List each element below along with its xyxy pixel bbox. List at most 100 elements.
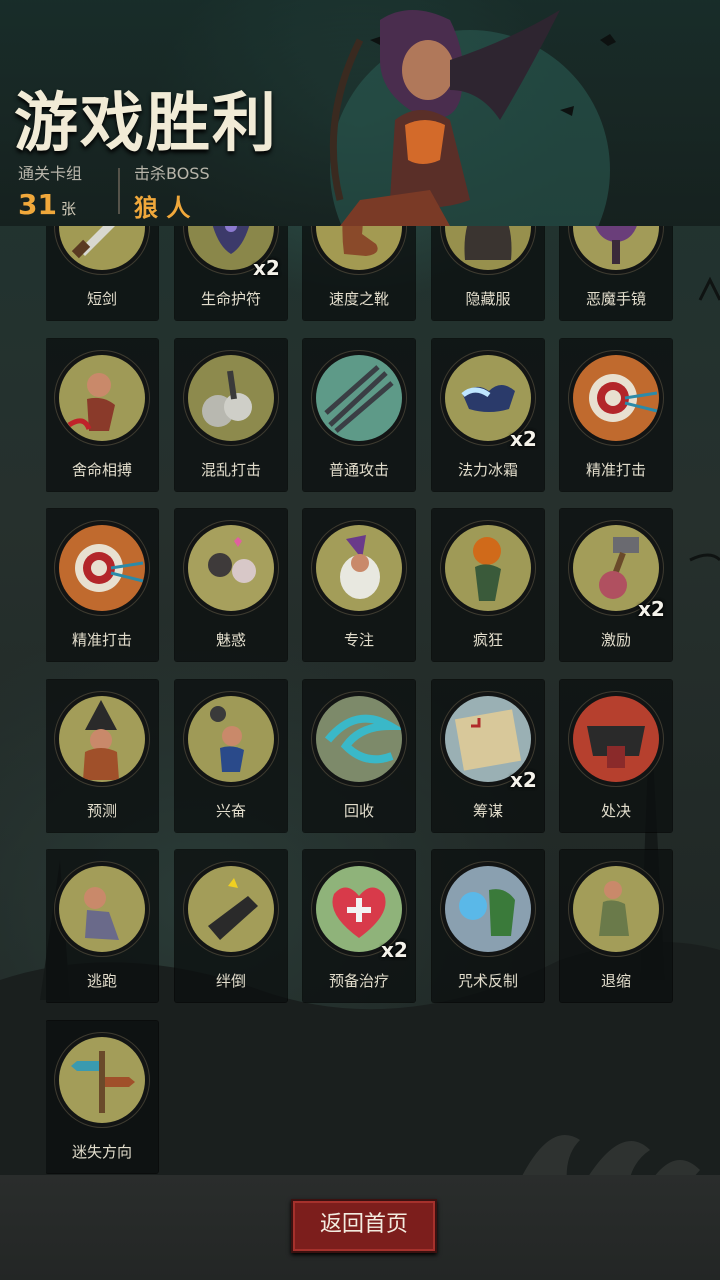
deck-card[interactable]: 专注 — [303, 509, 415, 661]
deck-card[interactable]: 法力冰霜 x2 — [432, 339, 544, 491]
deck-card[interactable]: 魅惑 — [175, 509, 287, 661]
deck-card[interactable]: 回收 — [303, 680, 415, 832]
card-name: 精准打击 — [71, 631, 132, 649]
card-name: 法力冰霜 — [457, 461, 518, 479]
sword-icon — [59, 226, 145, 270]
deck-card[interactable]: 处决 — [560, 680, 672, 832]
deck-unit: 张 — [60, 200, 76, 218]
signpost-icon — [59, 1037, 145, 1123]
card-frame — [55, 862, 149, 956]
card-name: 预测 — [86, 802, 117, 820]
card-name: 绊倒 — [215, 972, 246, 990]
deck-card[interactable]: 绊倒 — [175, 850, 287, 1002]
execute-icon — [573, 696, 659, 782]
card-name: 预备治疗 — [328, 972, 389, 990]
hero-illustration — [300, 0, 720, 310]
target-icon — [573, 355, 659, 441]
boss-stat: 击杀BOSS 狼 人 — [134, 160, 210, 223]
mirror-icon — [573, 226, 659, 270]
card-count: x2 — [381, 938, 408, 962]
card-frame — [55, 226, 149, 274]
deck-card[interactable]: 激励 x2 — [560, 509, 672, 661]
deck-card[interactable]: 精准打击 — [46, 509, 158, 661]
deck-card[interactable]: 疯狂 — [432, 509, 544, 661]
card-name: 迷失方向 — [71, 1143, 132, 1161]
run-icon — [59, 866, 145, 952]
card-count: x2 — [510, 768, 537, 792]
smoke-icon — [188, 355, 274, 441]
victory-header: 游戏胜利 通关卡组 31 张 击杀BOSS 狼 人 — [0, 0, 720, 310]
card-frame — [441, 226, 535, 274]
card-name: 兴奋 — [215, 802, 246, 820]
charm-icon — [188, 525, 274, 611]
card-count: x2 — [253, 256, 280, 280]
card-name: 普通攻击 — [328, 461, 389, 479]
card-frame — [55, 692, 149, 786]
stat-divider — [118, 168, 120, 214]
card-name: 疯狂 — [472, 631, 503, 649]
card-frame — [569, 862, 663, 956]
deck-card[interactable]: 舍命相搏 — [46, 339, 158, 491]
deck-card[interactable]: 筹谋 x2 — [432, 680, 544, 832]
card-frame — [312, 351, 406, 445]
card-frame — [184, 351, 278, 445]
card-frame — [441, 862, 535, 956]
deck-card[interactable]: 预备治疗 x2 — [303, 850, 415, 1002]
card-name: 恶魔手镜 — [585, 290, 646, 308]
card-frame — [441, 521, 535, 615]
cloak-icon — [445, 226, 531, 270]
fighter-icon — [59, 355, 145, 441]
card-name: 咒术反制 — [457, 972, 518, 990]
deck-card[interactable]: 隐藏服 — [432, 226, 544, 320]
card-name: 专注 — [343, 631, 374, 649]
deck-card[interactable]: 速度之靴 — [303, 226, 415, 320]
deck-card[interactable]: 短剑 — [46, 226, 158, 320]
card-frame — [184, 692, 278, 786]
deck-card[interactable]: 恶魔手镜 — [560, 226, 672, 320]
arrows-icon — [316, 355, 402, 441]
deck-count-line: 31 张 — [18, 188, 82, 221]
deck-card[interactable]: 混乱打击 — [175, 339, 287, 491]
card-name: 回收 — [343, 802, 374, 820]
card-name: 生命护符 — [200, 290, 261, 308]
deck-card[interactable]: 精准打击 — [560, 339, 672, 491]
card-name: 魅惑 — [215, 631, 246, 649]
deck-card[interactable]: 咒术反制 — [432, 850, 544, 1002]
card-frame — [312, 226, 406, 274]
card-count: x2 — [638, 597, 665, 621]
card-frame — [312, 521, 406, 615]
card-count: x2 — [510, 427, 537, 451]
boss-label: 击杀BOSS — [134, 164, 210, 183]
deck-card[interactable]: 兴奋 — [175, 680, 287, 832]
card-frame — [569, 226, 663, 274]
card-name: 逃跑 — [86, 972, 117, 990]
card-name: 舍命相搏 — [71, 461, 132, 479]
swirl-icon — [316, 696, 402, 782]
deck-card[interactable]: 迷失方向 — [46, 1021, 158, 1173]
deck-card[interactable]: 生命护符 x2 — [175, 226, 287, 320]
card-name: 隐藏服 — [465, 290, 511, 308]
boot-icon — [316, 226, 402, 270]
card-frame — [569, 351, 663, 445]
card-name: 速度之靴 — [328, 290, 389, 308]
deck-card[interactable]: 退缩 — [560, 850, 672, 1002]
card-name: 短剑 — [86, 290, 117, 308]
deck-stat: 通关卡组 31 张 — [18, 160, 82, 221]
card-name: 处决 — [600, 802, 631, 820]
deck-card[interactable]: 普通攻击 — [303, 339, 415, 491]
dwarf-icon — [188, 696, 274, 782]
page-title: 游戏胜利 — [14, 87, 278, 161]
deck-card-grid[interactable]: 短剑 生命护符 x2 速度之靴 隐藏服 恶魔手镜舍命相搏 混乱打击 普通攻击 法力冰霜 x2 精准打… — [46, 226, 674, 1176]
card-name: 精准打击 — [585, 461, 646, 479]
retreat-icon — [573, 866, 659, 952]
deck-card[interactable]: 预测 — [46, 680, 158, 832]
deck-card[interactable]: 逃跑 — [46, 850, 158, 1002]
trip-icon — [188, 866, 274, 952]
deck-count: 31 — [18, 188, 57, 221]
card-frame — [55, 521, 149, 615]
target-icon — [59, 525, 145, 611]
card-frame — [55, 1033, 149, 1127]
return-home-button[interactable]: 返回首页 — [291, 1199, 437, 1253]
card-frame — [55, 351, 149, 445]
counter-icon — [445, 866, 531, 952]
